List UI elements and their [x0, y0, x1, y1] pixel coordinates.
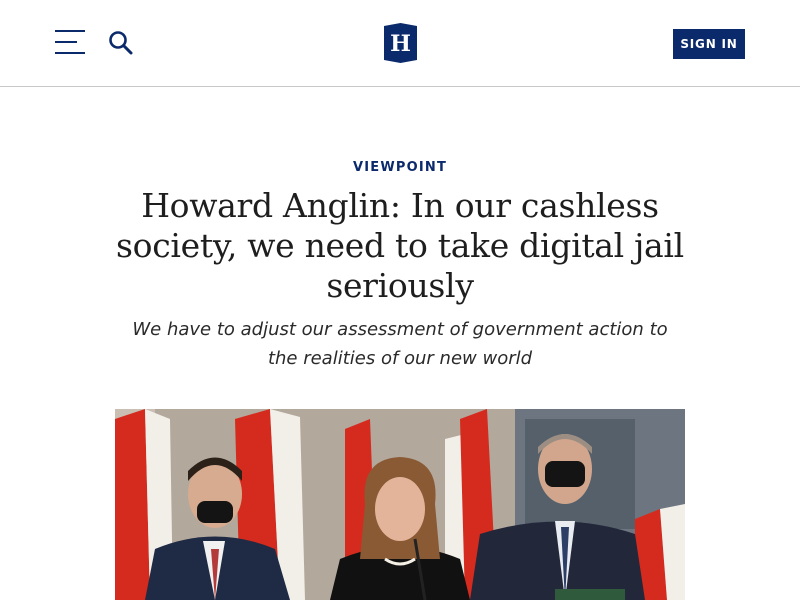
section-kicker[interactable]: VIEWPOINT — [0, 160, 800, 175]
hamburger-menu-icon[interactable] — [55, 30, 86, 56]
article-headline: Howard Anglin: In our cashless society, … — [116, 186, 684, 305]
site-header: H SIGN IN — [0, 0, 800, 87]
search-icon[interactable] — [108, 30, 134, 56]
logo-letter: H — [390, 31, 411, 57]
site-logo[interactable]: H — [384, 23, 417, 63]
article-deck: We have to adjust our assessment of gove… — [132, 319, 668, 369]
sign-in-button[interactable]: SIGN IN — [673, 29, 745, 59]
hero-image — [115, 409, 685, 600]
